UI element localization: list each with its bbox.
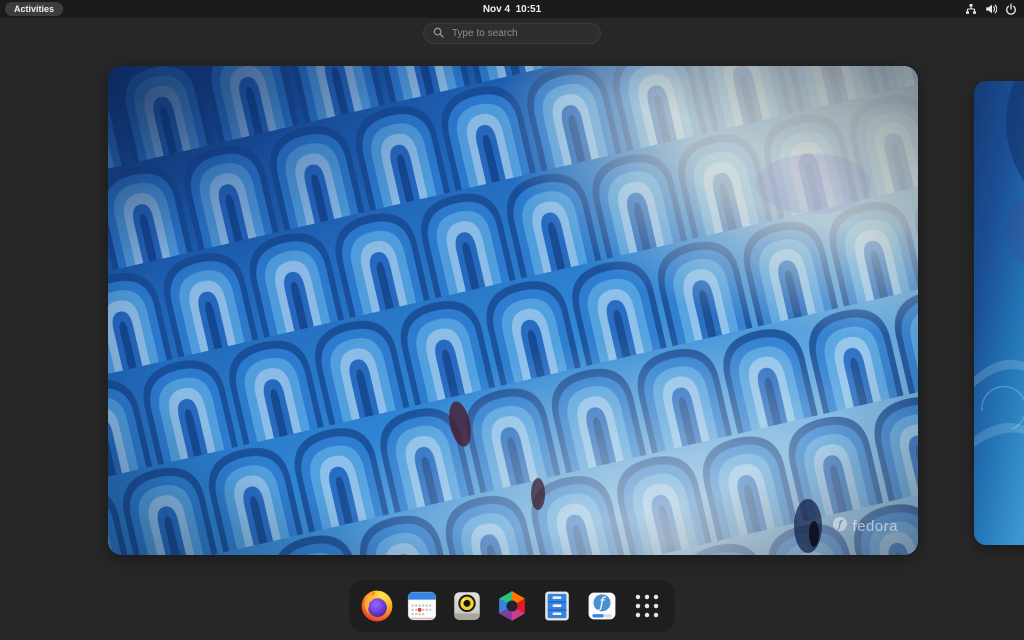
wallpaper-marbled-art [108, 66, 918, 555]
dock-app-fedora-media-writer[interactable]: ƒ [583, 586, 621, 626]
dock-app-firefox[interactable] [358, 586, 396, 626]
workspace-preview-next[interactable] [974, 81, 1024, 545]
search-bar[interactable] [423, 23, 601, 44]
dock-app-calendar[interactable] [403, 586, 441, 626]
music-player-speaker-icon [454, 592, 480, 620]
search-icon [433, 25, 444, 43]
workspace-preview-active[interactable]: ƒ fedora [108, 66, 918, 555]
firefox-icon [361, 590, 393, 622]
network-icon [965, 3, 977, 15]
dash-dock: ƒ [349, 580, 675, 632]
files-cabinet-icon [545, 591, 569, 621]
photos-pinwheel-icon [499, 591, 525, 621]
dock-app-music-player[interactable] [448, 586, 486, 626]
volume-icon [985, 3, 997, 15]
top-bar: Activities Nov 4 10:51 [0, 0, 1024, 18]
show-apps-button[interactable] [628, 586, 666, 626]
dock-app-photos[interactable] [493, 586, 531, 626]
search-input[interactable] [450, 27, 591, 40]
dock-app-files[interactable] [538, 586, 576, 626]
wallpaper-swirl-art [974, 81, 1024, 545]
clock-menu[interactable]: Nov 4 10:51 [0, 0, 1024, 18]
show-apps-grid-icon [635, 594, 659, 618]
power-icon [1005, 3, 1017, 15]
system-tray[interactable] [965, 0, 1017, 18]
fedora-media-writer-icon: ƒ [588, 592, 616, 620]
calendar-icon [407, 591, 437, 621]
clock-text: Nov 4 10:51 [482, 3, 542, 15]
